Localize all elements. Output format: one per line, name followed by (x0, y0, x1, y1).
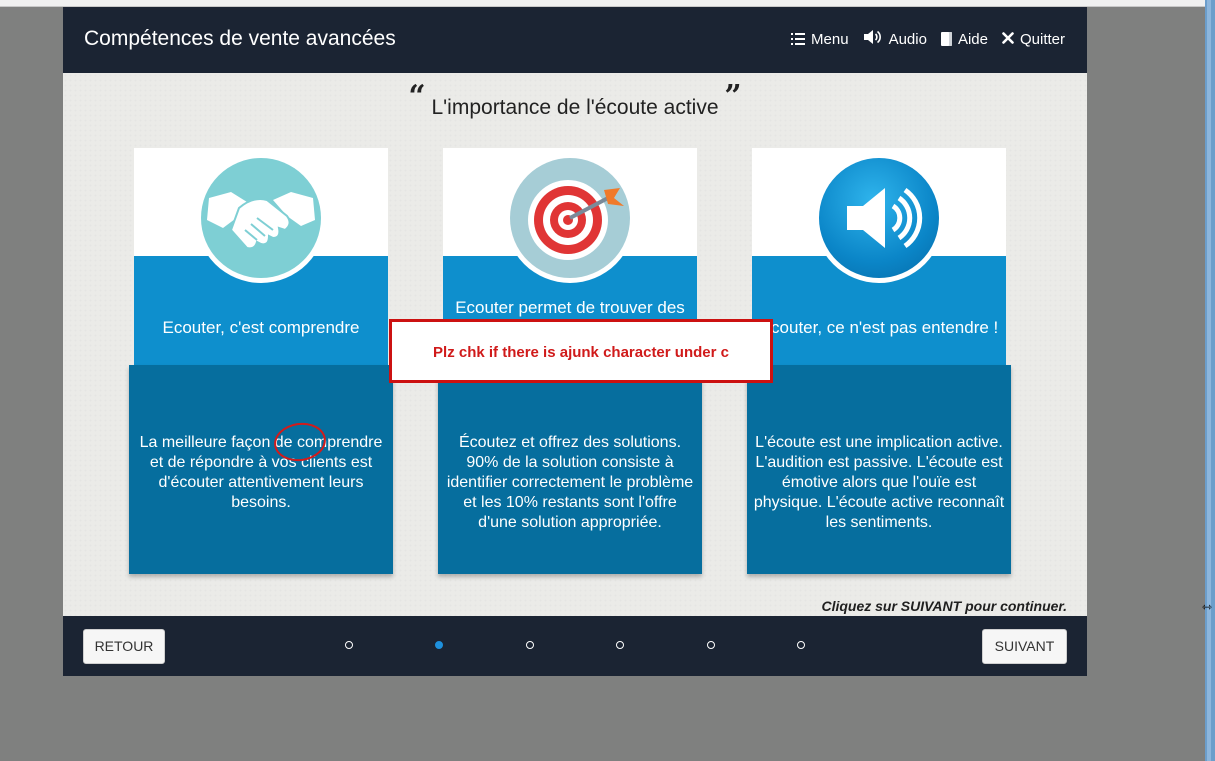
card-body-text: Écoutez et offrez des solutions. 90% de … (446, 434, 694, 531)
continue-instruction: Cliquez sur SUIVANT pour continuer. (821, 598, 1067, 614)
slide-title: “ L'importance de l'écoute active ” (63, 79, 1087, 122)
help-button[interactable]: Aide (940, 29, 988, 49)
review-comment-box: Plz chk if there is ajunk character unde… (389, 319, 773, 383)
card-heading: Ecouter, ce n'est pas entendre ! (759, 318, 999, 337)
progress-dot[interactable] (616, 641, 624, 649)
progress-dot[interactable] (526, 641, 534, 649)
card-icon-frame (196, 153, 326, 283)
card-hearing: Ecouter, ce n'est pas entendre ! L'écout… (747, 148, 1011, 574)
card-body-text: La meilleure façon de comprendre et de r… (139, 434, 383, 511)
card-icon-frame (814, 153, 944, 283)
open-quote: “ (408, 79, 426, 114)
close-quote: ” (724, 79, 742, 114)
window-top-strip (0, 0, 1205, 7)
player-header: Compétences de vente avancées Menu Audio… (63, 7, 1087, 73)
speaker-icon (863, 29, 883, 49)
scrollbar-track (1207, 0, 1211, 761)
progress-dot[interactable] (707, 641, 715, 649)
slide-title-text: L'importance de l'écoute active (431, 96, 719, 119)
review-comment-text: Plz chk if there is ajunk character unde… (433, 344, 729, 361)
course-title: Compétences de vente avancées (84, 27, 396, 50)
card-solutions: Ecouter permet de trouver des Écoutez et… (438, 148, 702, 574)
card-heading: Ecouter permet de trouver des (455, 298, 685, 317)
menu-button[interactable]: Menu (791, 29, 849, 49)
progress-dots (63, 641, 1087, 651)
speaker-icon (819, 158, 939, 278)
card-understand: Ecouter, c'est comprendre La meilleure f… (129, 148, 393, 574)
help-label: Aide (957, 30, 988, 48)
card-icon-frame (505, 153, 635, 283)
card-heading: Ecouter, c'est comprendre (162, 318, 360, 337)
resize-cursor-icon: ⇿ (1202, 600, 1213, 614)
progress-dot[interactable] (797, 641, 805, 649)
header-nav: Menu Audio Aide Quitter (777, 29, 1065, 49)
book-icon (940, 32, 952, 46)
menu-label: Menu (811, 30, 849, 48)
quit-label: Quitter (1019, 30, 1065, 48)
audio-label: Audio (888, 30, 927, 48)
player-footer: RETOUR SUIVANT (63, 616, 1087, 676)
next-button[interactable]: SUIVANT (982, 629, 1067, 664)
list-icon (791, 33, 806, 45)
card-body-text: L'écoute est une implication active. L'a… (753, 434, 1005, 531)
vertical-scrollbar[interactable] (1205, 0, 1215, 761)
progress-dot-active[interactable] (435, 641, 443, 649)
quit-button[interactable]: Quitter (1002, 29, 1065, 49)
progress-dot[interactable] (345, 641, 353, 649)
target-icon (510, 158, 630, 278)
handshake-icon (201, 158, 321, 278)
close-icon (1002, 31, 1014, 48)
audio-button[interactable]: Audio (863, 29, 927, 49)
